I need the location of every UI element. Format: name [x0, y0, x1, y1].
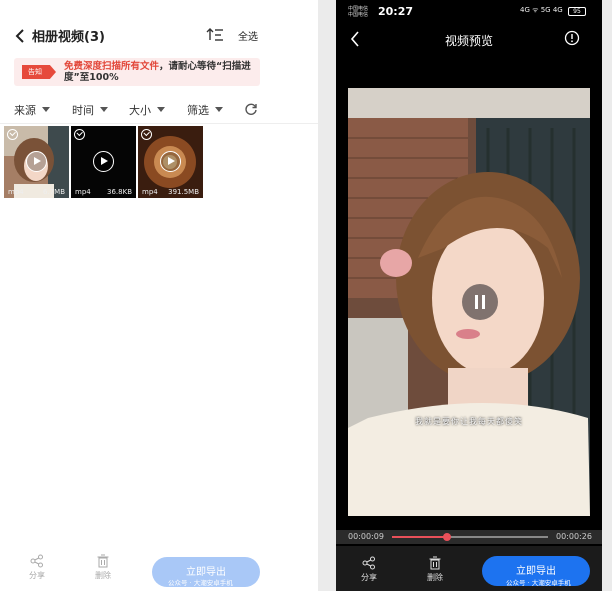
video-thumbnail[interactable]: mp4 6.7MB [4, 126, 69, 198]
video-format: mp4 [8, 188, 24, 196]
notice-text-highlight: 免费深度扫描所有文件 [64, 61, 160, 72]
left-header: 相册视频(3) 全选 [0, 22, 318, 52]
filter-size-dropdown[interactable]: 大小 [129, 102, 165, 118]
caret-down-icon [42, 107, 50, 112]
signal-icons: 4G ᯤ 5G 4G [520, 6, 563, 14]
seek-knob[interactable] [442, 533, 451, 541]
caret-down-icon [157, 107, 165, 112]
page-title: 视频预览 [444, 34, 493, 48]
share-button[interactable]: 分享 [354, 556, 384, 583]
album-video-list-screen: 相册视频(3) 全选 告知 免费深度扫描所有文件，请耐心等待“扫描进度”至100… [0, 0, 318, 591]
filter-label: 大小 [129, 104, 151, 117]
pause-icon[interactable] [462, 284, 498, 320]
trash-icon [97, 554, 109, 568]
notice-tag: 告知 [22, 65, 56, 79]
delete-label: 删除 [427, 573, 443, 582]
filter-bar: 来源 时间 大小 筛选 [0, 100, 318, 120]
carrier-labels: 中国电信 中国电信 [348, 6, 378, 18]
video-format: mp4 [75, 188, 91, 196]
seek-bar[interactable] [392, 533, 548, 541]
video-thumbnail[interactable]: mp4 391.5MB [138, 126, 203, 198]
video-format: mp4 [142, 188, 158, 196]
play-icon [26, 151, 47, 172]
notice-text: 免费深度扫描所有文件，请耐心等待“扫描进度”至100% [64, 61, 260, 83]
video-size: 6.7MB [43, 188, 65, 196]
watermark: 公众号 · 大潮安卓手机 [168, 579, 233, 587]
total-time: 00:00:26 [556, 532, 592, 541]
video-subtitle: 我就是要你让我每天都傻笑 [415, 417, 523, 426]
preview-header: 视频预览 [336, 28, 602, 52]
back-arrow-icon[interactable] [14, 28, 28, 44]
video-preview-screen: 中国电信 中国电信 20:27 4G ᯤ 5G 4G 95 视频预览 我就是要你… [336, 0, 602, 591]
select-checkbox[interactable] [141, 129, 152, 140]
select-all-button[interactable]: 全选 [238, 28, 258, 43]
delete-button[interactable]: 删除 [420, 556, 450, 583]
filter-source-dropdown[interactable]: 来源 [14, 102, 50, 118]
play-icon [160, 151, 181, 172]
caret-down-icon [215, 107, 223, 112]
current-time: 00:00:09 [348, 532, 384, 541]
filter-more-dropdown[interactable]: 筛选 [187, 102, 223, 118]
sort-icon[interactable] [206, 26, 224, 44]
info-icon[interactable] [564, 30, 580, 46]
filter-label: 时间 [72, 104, 94, 117]
battery-icon: 95 [568, 7, 586, 16]
delete-label: 删除 [95, 571, 111, 580]
playback-progress: 00:00:09 00:00:26 [336, 530, 602, 544]
video-meta: mp4 391.5MB [138, 188, 203, 196]
share-label: 分享 [361, 573, 377, 582]
video-meta: mp4 36.8KB [71, 188, 136, 196]
select-checkbox[interactable] [7, 129, 18, 140]
video-size: 36.8KB [107, 188, 132, 196]
delete-button[interactable]: 删除 [88, 554, 118, 581]
video-player[interactable]: 我就是要你让我每天都傻笑 [348, 88, 590, 516]
share-button[interactable]: 分享 [22, 554, 52, 581]
divider [0, 123, 318, 124]
play-icon [93, 151, 114, 172]
share-icon [30, 554, 43, 568]
filter-label: 来源 [14, 104, 36, 117]
watermark: 公众号 · 大潮安卓手机 [506, 579, 571, 587]
share-icon [362, 556, 375, 570]
seek-bar-fill [392, 536, 447, 538]
filter-label: 筛选 [187, 104, 209, 117]
share-label: 分享 [29, 571, 45, 580]
refresh-icon[interactable] [244, 102, 258, 116]
caret-down-icon [100, 107, 108, 112]
video-meta: mp4 6.7MB [4, 188, 69, 196]
scan-notice-banner: 告知 免费深度扫描所有文件，请耐心等待“扫描进度”至100% [14, 58, 260, 86]
trash-icon [429, 556, 441, 570]
filter-time-dropdown[interactable]: 时间 [72, 102, 108, 118]
page-title: 相册视频(3) [32, 30, 105, 45]
clock: 20:27 [378, 5, 414, 18]
status-bar: 中国电信 中国电信 20:27 4G ᯤ 5G 4G 95 [336, 4, 602, 20]
video-thumbnail[interactable]: mp4 36.8KB [71, 126, 136, 198]
video-size: 391.5MB [168, 188, 199, 196]
carrier-2: 中国电信 [348, 12, 369, 18]
select-checkbox[interactable] [74, 129, 85, 140]
